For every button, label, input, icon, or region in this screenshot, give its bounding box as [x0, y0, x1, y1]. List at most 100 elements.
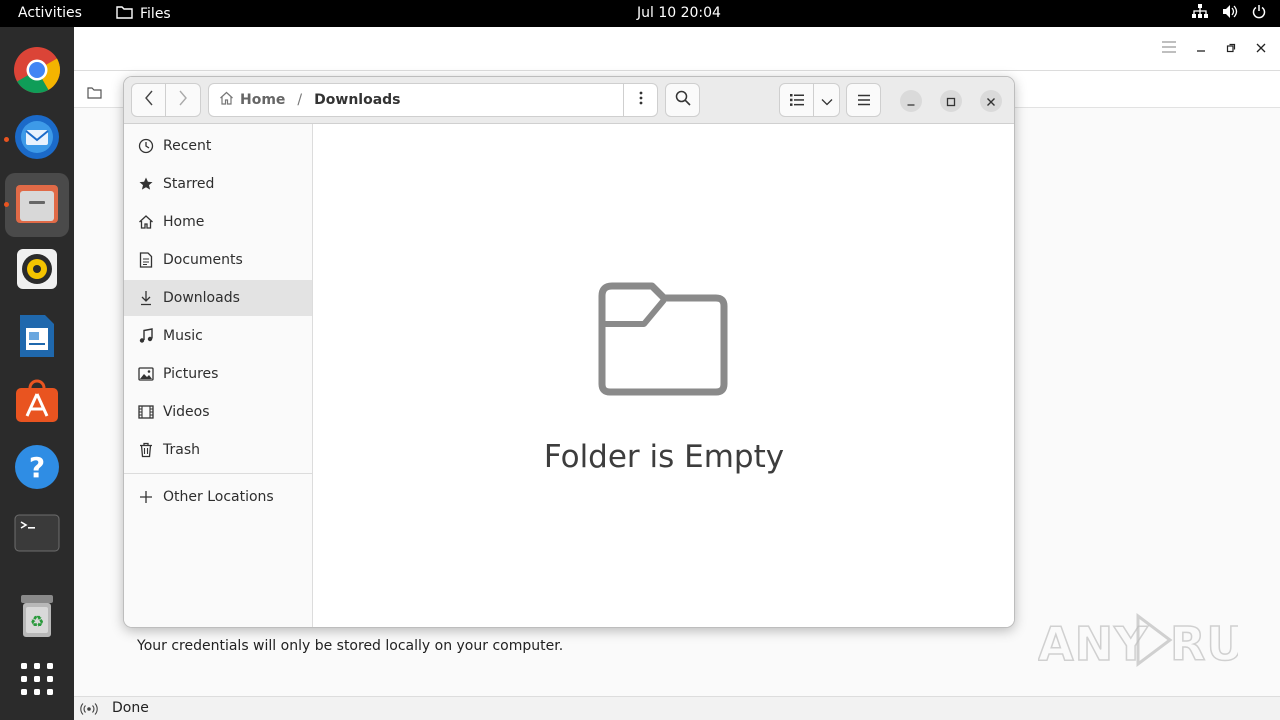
path-current-folder[interactable]: Downloads	[314, 92, 400, 108]
activities-button[interactable]: Activities	[18, 5, 82, 21]
sidebar-item-label: Home	[163, 214, 205, 230]
trash-icon	[137, 441, 155, 459]
sidebar-item-label: Pictures	[163, 366, 219, 382]
view-list-button[interactable]	[779, 83, 814, 117]
places-sidebar: Recent Starred Home Documents Downloads	[124, 124, 313, 627]
apps-grid-icon	[20, 662, 54, 700]
trash-icon: ♻	[17, 593, 57, 643]
document-icon	[137, 251, 155, 269]
dock-item-files[interactable]	[5, 173, 69, 237]
dock-item-thunderbird[interactable]	[11, 113, 63, 165]
power-icon[interactable]	[1252, 4, 1266, 23]
thunderbird-icon	[13, 113, 61, 165]
empty-state-message: Folder is Empty	[543, 439, 785, 475]
view-options-dropdown[interactable]	[814, 83, 840, 117]
path-separator: /	[297, 92, 303, 108]
hamburger-menu-icon	[857, 91, 871, 110]
download-icon	[137, 289, 155, 307]
empty-folder-icon	[598, 282, 728, 400]
chevron-left-icon	[144, 90, 154, 110]
running-indicator	[4, 137, 9, 142]
sidebar-item-trash[interactable]: Trash	[124, 432, 312, 468]
path-home-label: Home	[240, 92, 286, 108]
maximize-button[interactable]	[940, 90, 962, 112]
sidebar-item-music[interactable]: Music	[124, 318, 312, 354]
hamburger-menu-icon[interactable]	[1162, 41, 1176, 57]
close-icon[interactable]	[1256, 42, 1266, 57]
dock-item-chrome[interactable]	[11, 46, 63, 98]
picture-icon	[137, 365, 155, 383]
sidebar-item-downloads[interactable]: Downloads	[124, 280, 312, 316]
dock-item-trash[interactable]: ♻	[11, 592, 63, 644]
chrome-icon	[13, 46, 61, 98]
network-icon[interactable]	[1192, 4, 1208, 23]
minimize-button[interactable]	[900, 90, 922, 112]
help-icon: ?	[14, 444, 60, 494]
video-icon	[137, 403, 155, 421]
top-bar: Activities Files Jul 10 20:04	[0, 0, 1280, 27]
back-button[interactable]	[131, 83, 166, 117]
main-menu-button[interactable]	[846, 83, 881, 117]
svg-text:♻: ♻	[30, 612, 44, 631]
sidebar-divider	[124, 473, 312, 474]
minimize-icon	[906, 92, 916, 111]
files-window: Home / Downloads Recent Starred Home Doc…	[123, 76, 1015, 628]
dock-item-rhythmbox[interactable]	[11, 245, 63, 297]
sidebar-item-pictures[interactable]: Pictures	[124, 356, 312, 392]
app-name: Files	[140, 6, 171, 22]
search-icon	[675, 90, 691, 110]
volume-icon[interactable]	[1222, 4, 1238, 23]
dock-item-writer[interactable]	[11, 312, 63, 364]
vertical-ellipsis-icon	[639, 91, 643, 109]
folder-icon	[116, 5, 133, 23]
watermark: ANY RUN	[1037, 608, 1280, 683]
dock-item-help[interactable]: ?	[11, 443, 63, 495]
files-icon	[14, 181, 60, 229]
dock: ? ♻	[0, 27, 74, 720]
status-text: Done	[112, 700, 149, 716]
star-icon	[137, 175, 155, 193]
terminal-icon	[14, 514, 60, 556]
sidebar-item-recent[interactable]: Recent	[124, 128, 312, 164]
sidebar-item-label: Trash	[163, 442, 200, 458]
maximize-icon	[946, 92, 956, 111]
list-view-icon	[789, 91, 804, 110]
sidebar-item-home[interactable]: Home	[124, 204, 312, 240]
sidebar-item-videos[interactable]: Videos	[124, 394, 312, 430]
plus-icon	[137, 488, 155, 506]
dock-item-terminal[interactable]	[11, 509, 63, 561]
path-home-button[interactable]: Home	[219, 91, 285, 109]
background-window-header	[74, 27, 1280, 71]
path-menu-button[interactable]	[623, 84, 657, 116]
clock[interactable]: Jul 10 20:04	[637, 5, 721, 21]
sidebar-item-starred[interactable]: Starred	[124, 166, 312, 202]
search-button[interactable]	[665, 83, 700, 117]
dock-item-software[interactable]	[11, 377, 63, 429]
svg-text:ANY: ANY	[1038, 617, 1148, 671]
sidebar-item-documents[interactable]: Documents	[124, 242, 312, 278]
system-tray[interactable]	[1192, 4, 1266, 23]
sidebar-item-label: Starred	[163, 176, 215, 192]
svg-text:RUN: RUN	[1170, 617, 1238, 671]
restore-icon[interactable]	[1226, 42, 1236, 57]
sidebar-item-label: Music	[163, 328, 203, 344]
chevron-down-icon	[821, 91, 833, 110]
writer-icon	[17, 313, 57, 363]
sidebar-item-label: Downloads	[163, 290, 240, 306]
rhythmbox-icon	[15, 247, 59, 295]
forward-button[interactable]	[166, 83, 201, 117]
app-menu[interactable]: Files	[116, 5, 171, 23]
svg-text:?: ?	[29, 451, 45, 484]
close-button[interactable]	[980, 90, 1002, 112]
sidebar-item-other-locations[interactable]: Other Locations	[124, 479, 312, 515]
sidebar-item-label: Other Locations	[163, 489, 274, 505]
running-indicator	[4, 202, 9, 207]
minimize-icon[interactable]	[1196, 42, 1206, 57]
file-view[interactable]: Folder is Empty	[313, 124, 1014, 627]
folder-icon[interactable]	[87, 84, 102, 103]
path-bar: Home / Downloads	[208, 83, 658, 117]
sidebar-item-label: Documents	[163, 252, 243, 268]
close-icon	[986, 92, 996, 111]
dock-item-show-apps[interactable]	[11, 655, 63, 707]
software-icon	[14, 378, 60, 428]
